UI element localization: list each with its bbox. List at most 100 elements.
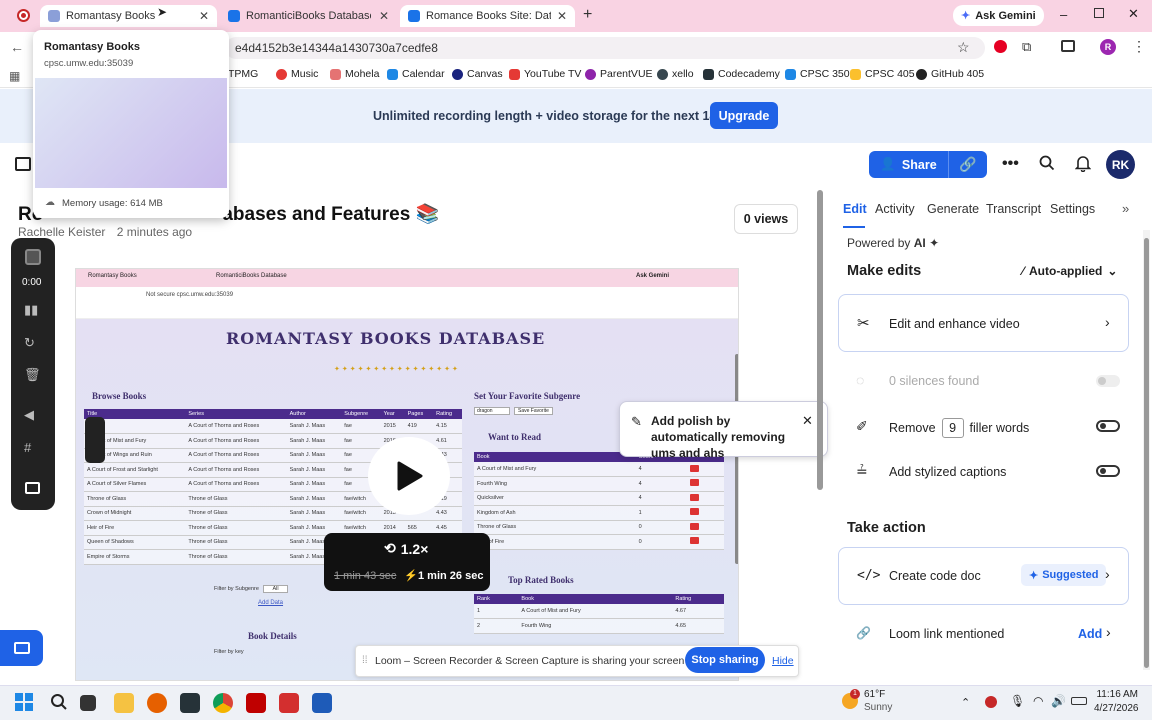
filezilla-icon[interactable] [246,693,266,713]
more-options-icon[interactable]: ••• [1002,155,1019,173]
chevron-right-icon[interactable]: › [1106,624,1111,640]
stop-sharing-button[interactable]: Stop sharing [685,647,765,673]
author-name[interactable]: Rachelle Keister [18,225,105,239]
table-cell: Empire of Storms [84,549,186,565]
taskbar-search-icon[interactable] [50,693,68,714]
close-tab-icon[interactable]: ✕ [551,9,567,23]
url-field[interactable]: e4d4152b3e14344a1430730a7cedfe8 [225,37,985,59]
bookmark-github-405[interactable]: GitHub 405 [916,68,984,80]
camera-bubble-button[interactable] [0,630,43,666]
panel-scrollbar-thumb[interactable] [1144,238,1149,668]
auto-applied-dropdown[interactable]: ⁄ Auto-applied ⌄ [1022,264,1117,278]
bookmark-cpsc-350[interactable]: CPSC 350 [785,68,850,80]
collapse-panel-icon[interactable]: » [1122,201,1129,216]
remove-cell [686,505,724,521]
new-tab-button[interactable]: + [583,6,592,24]
bookmark-cpsc-405[interactable]: CPSC 405 [850,68,915,80]
tab-settings[interactable]: Settings [1050,202,1095,216]
show-hidden-icons[interactable]: ⌃ [961,696,970,709]
filler-words-toggle[interactable] [1096,420,1120,432]
bookmark-codecademy[interactable]: Codecademy [703,68,780,80]
profile-avatar[interactable]: R [1100,39,1116,55]
ask-gemini-button[interactable]: ✦ Ask Gemini [953,5,1044,26]
bookmark-calendar[interactable]: Calendar [387,68,445,80]
grid-icon[interactable]: # [24,440,31,455]
create-code-doc-card[interactable]: </> Create code doc ✦ Suggested › [838,547,1129,605]
play-button[interactable] [368,437,450,515]
bookmark-star-icon[interactable]: ☆ [957,39,970,56]
tab-romance-books-site[interactable]: Romance Books Site: Database ✕ [400,5,575,27]
filler-words-label: filler words [969,421,1030,435]
bookmark-mohela[interactable]: Mohela [330,68,379,80]
battery-icon[interactable] [1071,697,1087,705]
search-icon[interactable] [1039,155,1055,176]
bookmark-canvas[interactable]: Canvas [452,68,503,80]
stop-recording-button[interactable] [25,249,41,265]
youtube-icon [509,68,520,80]
camera-icon[interactable] [25,482,40,494]
close-tooltip-icon[interactable]: ✕ [802,413,813,429]
captions-toggle[interactable] [1096,465,1120,477]
close-tab-icon[interactable]: ✕ [193,9,209,23]
chrome-icon[interactable] [213,693,233,713]
back-icon[interactable]: ← [10,39,24,55]
volume-icon[interactable]: 🔊 [1051,694,1066,708]
table-cell: Sarah J. Maas [286,448,342,463]
delete-icon[interactable]: 🗑 [24,367,41,383]
taskbar-clock[interactable]: 11:16 AM 4/27/2026 [1094,689,1139,714]
security-icon[interactable] [985,696,997,708]
close-tab-icon[interactable]: ✕ [373,9,389,23]
bookmark-xello[interactable]: xello [657,68,694,80]
copy-link-button[interactable]: 🔗 [948,151,987,178]
bookmark-parentvue[interactable]: ParentVUE [585,68,653,80]
tab-activity[interactable]: Activity [875,202,915,216]
drawing-tool-icon[interactable]: ◀ [24,407,34,423]
apps-grid-icon[interactable]: ▦ [9,69,20,83]
tab-generate[interactable]: Generate [927,202,979,216]
acrobat-icon[interactable] [279,693,299,713]
pinterest-extension-icon[interactable] [994,40,1007,53]
playback-speed-badge[interactable]: ⟲ 1.2× 1 min 43 sec ⚡ 1 min 26 sec [324,533,490,591]
restart-icon[interactable]: ↻ [24,335,35,351]
upgrade-button[interactable]: Upgrade [710,102,778,129]
table-cell: Kingdom of Ash [474,505,636,521]
weather-widget[interactable]: 1 61°F Sunny [842,689,902,717]
video-recorder-overlay [85,417,105,463]
terminal-icon[interactable] [180,693,200,713]
windows-start-icon[interactable] [15,693,33,711]
notifications-bell-icon[interactable] [1074,155,1092,177]
mouse-cursor-icon: ➤ [157,5,168,19]
firefox-icon[interactable] [147,693,167,713]
minimize-window-button[interactable]: – [1060,7,1067,22]
hide-link[interactable]: Hide [772,655,794,667]
tab-edit[interactable]: Edit [843,202,867,216]
edit-enhance-card[interactable]: ✂ Edit and enhance video › [838,294,1129,352]
add-link-button[interactable]: Add [1078,627,1102,641]
task-view-icon[interactable] [80,695,96,711]
filler-count-input[interactable]: 9 [941,418,964,438]
user-avatar[interactable]: RK [1106,150,1135,179]
tab-database-tour[interactable]: RomanticiBooks Database Tour ✕ [220,5,397,27]
page-scrollbar[interactable] [817,190,823,490]
remove-label: Remove [889,421,936,435]
microphone-icon[interactable]: 🎙 [1010,694,1025,708]
silences-label: 0 silences found [889,374,980,388]
maximize-window-button[interactable] [1094,8,1104,18]
extensions-icon[interactable]: ⧉ [1022,39,1031,55]
views-button[interactable]: 0 views [734,204,798,234]
bookmark-youtube-tv[interactable]: YouTube TV [509,68,581,80]
wifi-icon[interactable]: ◠ [1033,694,1043,708]
share-button[interactable]: 👤 Share [869,151,948,178]
close-window-button[interactable]: ✕ [1128,6,1139,22]
tab-transcript[interactable]: Transcript [986,202,1041,216]
drag-handle-icon[interactable]: ⁞⁞ [362,655,368,666]
word-icon[interactable] [312,693,332,713]
bookmark-tpmg[interactable]: TPMG [228,68,258,80]
bookmark-music[interactable]: Music [276,68,318,80]
side-panel-icon[interactable] [1061,40,1075,52]
file-explorer-icon[interactable] [114,693,134,713]
toggle-sidebar-icon[interactable] [15,157,31,171]
tab-romantasy-books[interactable]: Romantasy Books ✕ [40,5,217,27]
pause-icon[interactable]: ▮▮ [24,302,38,318]
browser-menu-icon[interactable]: ⋮ [1132,38,1146,55]
